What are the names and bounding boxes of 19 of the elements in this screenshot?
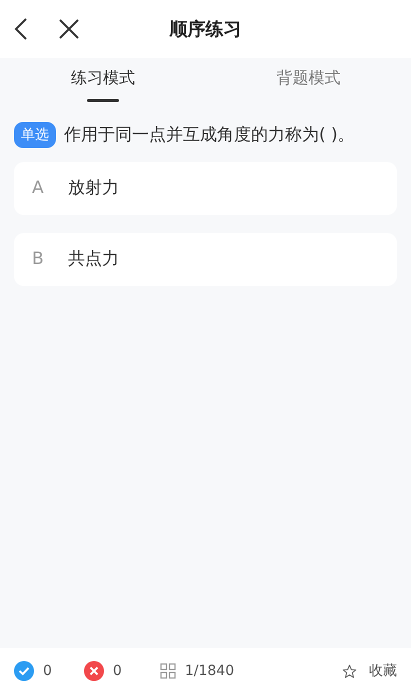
mode-tab[interactable]: 背题模式: [206, 58, 411, 106]
wrong-count: 0: [112, 662, 122, 680]
answer-sheet-button[interactable]: 1/1840: [160, 660, 234, 682]
answer-option[interactable]: B 共点力: [14, 233, 397, 286]
option-text: 共点力: [68, 248, 119, 271]
grid-icon: [160, 663, 176, 679]
wrong-icon: [84, 661, 104, 681]
question-text: 作用于同一点并互成角度的力称为( )。: [64, 124, 355, 147]
option-letter: B: [32, 248, 45, 271]
star-icon: [342, 664, 357, 678]
page-title: 顺序练习: [170, 18, 242, 42]
option-letter: A: [32, 176, 45, 200]
correct-icon: [14, 661, 34, 681]
answer-option[interactable]: A 放射力: [14, 162, 397, 215]
favorite-button[interactable]: 收藏: [342, 660, 397, 682]
option-text: 放射力: [68, 176, 119, 200]
mode-tab[interactable]: 练习模式: [0, 58, 206, 106]
correct-count: 0: [43, 662, 52, 680]
question-type-badge: 单选: [14, 122, 56, 148]
